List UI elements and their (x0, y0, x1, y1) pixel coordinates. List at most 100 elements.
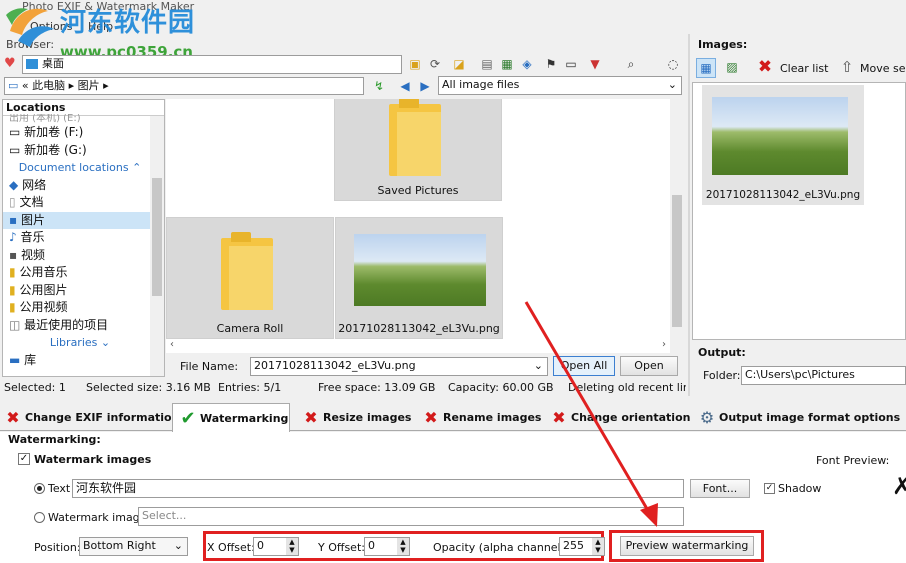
check-icon: ✔ (180, 408, 196, 429)
font-button[interactable]: Font... (690, 479, 750, 498)
tree-item-network[interactable]: ◆ 网络 (3, 177, 151, 195)
close-x-icon: ✖ (424, 408, 438, 427)
output-folder-input[interactable]: C:\Users\pc\Pictures (741, 366, 906, 385)
image-radio-label: Watermark image (48, 511, 147, 524)
text-radio[interactable] (34, 483, 45, 494)
back-icon[interactable]: ◀ (396, 77, 414, 95)
file-tile-image[interactable]: 20171028113042_eL3Vu.png (335, 217, 503, 339)
path-input[interactable]: 桌面 (22, 55, 402, 74)
document-locations-header[interactable]: Document locations ⌃ (3, 159, 151, 177)
position-select[interactable]: Bottom Right ⌄ (79, 537, 188, 556)
shadow-checkbox[interactable]: ✓ (764, 483, 775, 494)
tree-scroll-thumb[interactable] (152, 178, 162, 296)
tree-item-music[interactable]: ♪ 音乐 (3, 229, 151, 247)
libraries-header[interactable]: Libraries ⌄ (3, 334, 151, 352)
folder-icon (221, 232, 273, 310)
site-logo-icon (6, 8, 54, 47)
tree-item-public-music[interactable]: ▮ 公用音乐 (3, 264, 151, 282)
gear-icon: ⚙ (699, 408, 715, 427)
open-button[interactable]: Open (620, 356, 678, 376)
watermark-text-input[interactable]: 河东软件园 (72, 479, 684, 498)
locations-panel: Locations 出用 (本机) (E:) ▭ 新加卷 (F:) ▭ 新加卷 … (2, 99, 165, 377)
monitor-icon[interactable]: ▭ (562, 55, 580, 73)
open-all-button[interactable]: Open All (553, 356, 615, 376)
watermark-images-checkbox[interactable]: ✓ (18, 453, 30, 465)
tools-icon[interactable]: ▼ (586, 55, 604, 73)
opacity-input[interactable]: 255 ▲ ▼ (559, 537, 605, 556)
grid-scrollbar[interactable] (670, 99, 684, 353)
computer-icon: ▭ (8, 79, 22, 92)
preview-watermarking-button[interactable]: Preview watermarking (620, 536, 754, 556)
flag-icon[interactable]: ⚑ (542, 55, 560, 73)
splitter[interactable] (688, 34, 690, 396)
watermark-image-select[interactable]: Select... (138, 507, 684, 526)
search-icon[interactable]: ⌕ (622, 55, 640, 73)
tab-resize-images[interactable]: ✖ Resize images (302, 405, 411, 431)
clear-list-button[interactable]: Clear list (780, 62, 828, 75)
tree-item-public-videos[interactable]: ▮ 公用视频 (3, 299, 151, 317)
file-tile-saved-pictures[interactable]: Saved Pictures (334, 99, 502, 201)
refresh-icon[interactable]: ⟳ (426, 55, 444, 73)
output-label: Output: (698, 346, 746, 359)
new-folder-icon[interactable]: ◪ (450, 55, 468, 73)
file-grid: Saved Pictures Camera Roll 2017102811304… (166, 99, 684, 353)
tree-item-pictures[interactable]: ▪ 图片 (3, 211, 151, 229)
view-details-icon[interactable]: ◈ (518, 55, 536, 73)
file-tile-camera-roll[interactable]: Camera Roll (166, 217, 334, 339)
grid-view-icon[interactable]: ▦ (696, 58, 716, 78)
status-free-space: Free space: 13.09 GB (318, 381, 436, 394)
image-list-item[interactable]: 20171028113042_eL3Vu.png (702, 85, 864, 205)
desktop-icon (26, 59, 38, 69)
view-thumb-icon[interactable]: ▦ (498, 55, 516, 73)
image-list-thumbnail (712, 97, 848, 175)
status-selected-size: Selected size: 3.16 MB (86, 381, 211, 394)
close-x-icon: ✖ (6, 408, 20, 427)
tree-item-drive-f[interactable]: ▭ 新加卷 (F:) (3, 124, 151, 142)
forward-icon[interactable]: ▶ (416, 77, 434, 95)
tree-item-videos[interactable]: ▪ 视频 (3, 247, 151, 265)
image-radio[interactable] (34, 512, 45, 523)
y-offset-input[interactable]: 0 ▲ ▼ (364, 537, 410, 556)
close-x-icon: ✖ (304, 408, 318, 427)
folder-up-icon[interactable]: ▣ (406, 55, 424, 73)
position-label: Position: (34, 541, 81, 554)
status-message: Deleting old recent link f (568, 381, 686, 394)
images-list: 20171028113042_eL3Vu.png (692, 82, 906, 340)
file-name-input[interactable]: 20171028113042_eL3Vu.png ⌄ (250, 357, 548, 376)
shadow-label: Shadow (778, 482, 822, 495)
favorite-icon[interactable]: ♥ (4, 56, 16, 71)
comment-icon[interactable]: ◌ (664, 55, 682, 73)
tree-item-partial: 出用 (本机) (E:) (9, 114, 81, 124)
breadcrumb[interactable]: ▭ « 此电脑 ▸ 图片 ▸ (4, 77, 364, 95)
font-preview-glyph: ✗ (892, 472, 906, 500)
tree-item-drive-g[interactable]: ▭ 新加卷 (G:) (3, 142, 151, 160)
tab-watermarking[interactable]: ✔ Watermarking (172, 403, 290, 433)
go-icon[interactable]: ↯ (370, 77, 388, 95)
folder-icon (389, 99, 441, 176)
move-selected-button[interactable]: Move sele (860, 62, 906, 75)
view-list-icon[interactable]: ▤ (478, 55, 496, 73)
h-scrollbar[interactable]: ‹ › (170, 339, 668, 351)
status-capacity: Capacity: 60.00 GB (448, 381, 554, 394)
close-x-icon: ✖ (552, 408, 566, 427)
tab-output-format[interactable]: ⚙ Output image format options (698, 405, 900, 431)
tree-item-public-pictures[interactable]: ▮ 公用图片 (3, 282, 151, 300)
tab-bar: ✖ Change EXIF information ✔ Watermarking ✖… (0, 403, 906, 433)
images-label: Images: (698, 38, 748, 51)
tree-item-library[interactable]: ▬ 库 (3, 352, 151, 370)
tree-scrollbar[interactable] (150, 116, 164, 376)
tree-item-recent[interactable]: ◫ 最近使用的项目 (3, 317, 151, 335)
move-up-icon[interactable]: ⇧ (838, 58, 856, 76)
tab-change-exif[interactable]: ✖ Change EXIF information (4, 405, 179, 431)
tab-rename-images[interactable]: ✖ Rename images (422, 405, 541, 431)
x-offset-input[interactable]: 0 ▲ ▼ (253, 537, 299, 556)
file-filter-select[interactable]: All image files ⌄ (438, 76, 682, 95)
x-offset-label: X Offset: (207, 541, 255, 554)
image-view-icon[interactable]: ▨ (722, 58, 742, 78)
image-thumbnail (354, 234, 486, 306)
grid-scroll-thumb[interactable] (672, 195, 682, 327)
opacity-label: Opacity (alpha channel): (433, 541, 569, 554)
tab-change-orientation[interactable]: ✖ Change orientation (550, 405, 690, 431)
clear-list-icon[interactable]: ✖ (756, 58, 774, 76)
tree-item-documents[interactable]: ▯ 文档 (3, 194, 151, 212)
